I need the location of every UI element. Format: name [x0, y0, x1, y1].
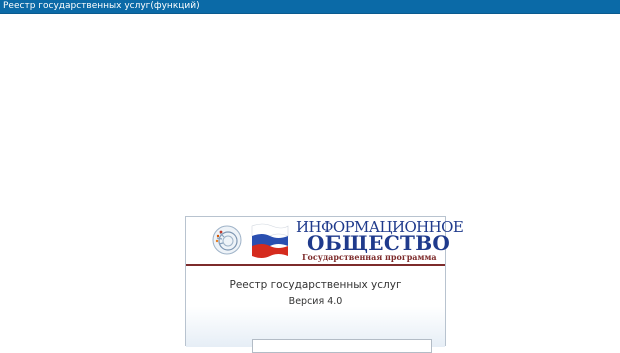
login-panel-body: Реестр государственных услуг Версия 4.0: [186, 266, 445, 353]
window-title: Реестр государственных услуг(функций): [3, 1, 200, 11]
banner-heading-main: ОБЩЕСТВО: [307, 231, 451, 255]
russian-flag-icon: [251, 223, 289, 258]
app-version: Версия 4.0: [288, 296, 343, 307]
program-banner: ИНФОРМАЦИОННОЕ ОБЩЕСТВО Государственная …: [193, 218, 464, 264]
login-panel: ИНФОРМАЦИОННОЕ ОБЩЕСТВО Государственная …: [185, 216, 464, 353]
banner-subtitle: Государственная программа: [302, 252, 437, 262]
login-field[interactable]: [252, 339, 432, 353]
info-society-emblem-icon: [212, 225, 242, 255]
app-title: Реестр государственных услуг: [229, 279, 402, 291]
window-titlebar: Реестр государственных услуг(функций): [0, 0, 620, 14]
